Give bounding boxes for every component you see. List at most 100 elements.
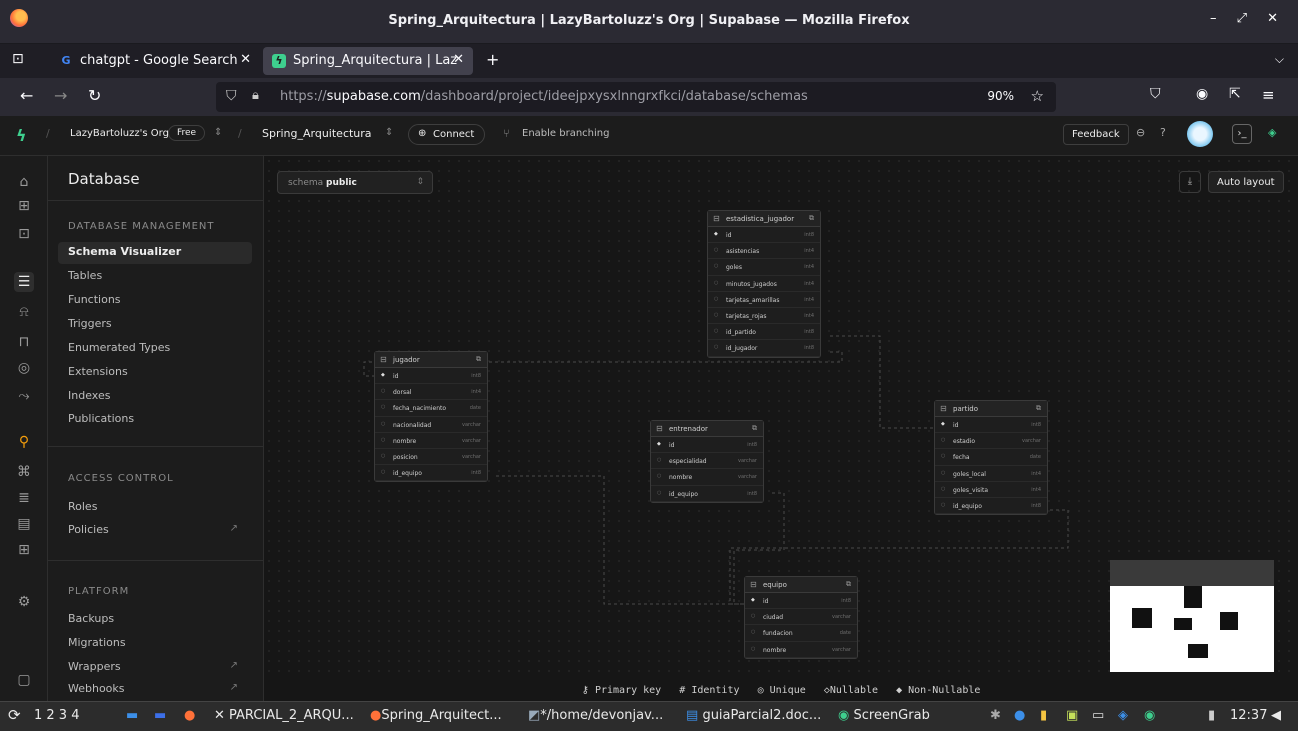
assistant-icon[interactable]: ◈ bbox=[1268, 126, 1276, 139]
sidebar-item-triggers[interactable]: Triggers bbox=[58, 314, 252, 336]
sidebar-item-functions[interactable]: Functions bbox=[58, 290, 252, 312]
realtime-icon[interactable]: ⤳ bbox=[14, 386, 34, 406]
edge-functions-icon[interactable]: ◎ bbox=[14, 358, 34, 378]
table-node-entrenador[interactable]: entrenador⧉idint8especialidadvarcharnomb… bbox=[650, 420, 764, 503]
org-switcher-icon[interactable]: ⇕ bbox=[214, 127, 222, 138]
storage-icon[interactable]: ⊓ bbox=[14, 332, 34, 352]
integrations-icon[interactable]: ⊞ bbox=[14, 540, 34, 560]
shield-icon[interactable]: ⛉ bbox=[226, 88, 237, 104]
settings-gear-icon[interactable]: ⚙ bbox=[14, 592, 34, 612]
table-node-partido[interactable]: partido ⧉ id int8 estadio varchar fecha date gol… bbox=[934, 400, 1048, 516]
plug-icon: ⊕ bbox=[418, 128, 427, 139]
notes-icon[interactable]: ▮ bbox=[1040, 708, 1047, 723]
sql-editor-icon[interactable]: ⊡ bbox=[14, 224, 34, 244]
advisors-icon[interactable]: ⚲ bbox=[14, 432, 34, 452]
api-docs-icon[interactable]: ▤ bbox=[14, 514, 34, 534]
database-icon[interactable]: ☰ bbox=[14, 272, 34, 292]
project-name[interactable]: Spring_Arquitectura bbox=[262, 127, 372, 140]
url-bar[interactable]: ⛉ 🔒︎ https://supabase.com/dashboard/proj… bbox=[216, 82, 1056, 112]
table-node-estadistica-jugador[interactable]: estadistica_jugador ⧉ id int8 asistencias int… bbox=[707, 210, 821, 358]
workspace-switcher[interactable]: 1 2 3 4 bbox=[34, 708, 79, 723]
os-taskbar: ⟳ 1 2 3 4 ▬ ▬ ● ✕ PARCIAL_2_ARQU... ●Spr… bbox=[0, 701, 1298, 731]
lock-icon[interactable]: 🔒︎ bbox=[252, 88, 259, 103]
open-table-icon[interactable]: ⧉ bbox=[846, 580, 851, 589]
clock: 12:37 bbox=[1230, 708, 1268, 723]
org-name[interactable]: LazyBartoluzz's Org bbox=[70, 128, 169, 139]
network-icon[interactable]: ◈ bbox=[1118, 708, 1128, 723]
feedback-button[interactable]: Feedback bbox=[1063, 124, 1129, 145]
schema-canvas[interactable]: schema public ⇕ ⤓ Auto layout estadistic… bbox=[264, 156, 1298, 701]
firefox-launcher-icon[interactable]: ● bbox=[184, 708, 195, 723]
logs-icon[interactable]: ≣ bbox=[14, 488, 34, 508]
menu-icon[interactable]: ≡ bbox=[1262, 86, 1275, 104]
supabase-logo-icon[interactable]: ϟ bbox=[16, 126, 27, 145]
sidebar-item-extensions[interactable]: Extensions bbox=[58, 362, 252, 384]
section-access-control: ACCESS CONTROL bbox=[68, 473, 174, 484]
auth-icon[interactable]: ⍾ bbox=[14, 302, 34, 322]
display-icon[interactable]: ▭ bbox=[1092, 708, 1104, 723]
close-icon[interactable]: ✕ bbox=[453, 52, 464, 67]
section-platform: PLATFORM bbox=[68, 586, 130, 597]
open-table-icon[interactable]: ⧉ bbox=[752, 424, 757, 433]
column-type: varchar bbox=[737, 474, 757, 481]
tray-app-icon[interactable]: ▣ bbox=[1066, 708, 1078, 723]
taskbar-item-document[interactable]: ▤ guiaParcial2.doc... bbox=[686, 708, 821, 723]
chevron-down-icon[interactable]: ⌵ bbox=[1275, 52, 1284, 67]
extensions-icon[interactable]: ⇱ bbox=[1229, 86, 1241, 102]
minimap[interactable] bbox=[1110, 560, 1274, 672]
sidebar-item-migrations[interactable]: Migrations bbox=[58, 633, 252, 655]
project-switcher-icon[interactable]: ⇕ bbox=[385, 127, 393, 138]
column-row: tarjetas_amarillas int4 bbox=[708, 292, 820, 308]
reload-icon[interactable]: ↻ bbox=[88, 86, 101, 105]
tab-chatgpt-search[interactable]: G chatgpt - Google Search ✕ bbox=[50, 47, 260, 75]
sidebar-item-indexes[interactable]: Indexes bbox=[58, 386, 252, 408]
zoom-level[interactable]: 90% bbox=[987, 89, 1014, 103]
window-controls[interactable]: – ⤢ ✕ bbox=[1210, 11, 1286, 26]
forward-icon[interactable]: → bbox=[54, 86, 67, 105]
bookmark-star-icon[interactable]: ☆ bbox=[1031, 87, 1044, 105]
app-menu-icon[interactable]: ⟳ bbox=[8, 706, 21, 724]
collapse-sidebar-icon[interactable]: ▢ bbox=[14, 670, 34, 690]
sidebar-item-backups[interactable]: Backups bbox=[58, 609, 252, 631]
volume-icon[interactable]: ◀ bbox=[1271, 708, 1281, 723]
table-node-jugador[interactable]: jugador ⧉ id int8 dorsal int4 fecha_nacimiento… bbox=[374, 351, 488, 483]
taskbar-item-firefox[interactable]: ●Spring_Arquitect... bbox=[370, 708, 502, 723]
terminal-icon[interactable]: ›_ bbox=[1232, 124, 1252, 144]
open-table-icon[interactable]: ⧉ bbox=[476, 355, 481, 364]
taskbar-item-parcial[interactable]: ✕ PARCIAL_2_ARQU... bbox=[214, 708, 354, 723]
column-row: id int8 bbox=[375, 368, 487, 385]
avatar[interactable] bbox=[1187, 121, 1213, 147]
sidebar-item-publications[interactable]: Publications bbox=[58, 409, 252, 431]
inbox-icon[interactable]: ⊖ bbox=[1136, 126, 1145, 139]
open-table-icon[interactable]: ⧉ bbox=[809, 214, 814, 223]
tray-icon[interactable]: ● bbox=[1014, 708, 1025, 723]
tab-supabase[interactable]: ϟ Spring_Arquitectura | Laz ✕ bbox=[263, 47, 473, 75]
taskbar-item-editor[interactable]: ◩*/home/devonjav... bbox=[528, 708, 663, 723]
sidebar-item-enumerated-types[interactable]: Enumerated Types bbox=[58, 338, 252, 360]
sidebar-item-roles[interactable]: Roles bbox=[58, 497, 252, 519]
reports-icon[interactable]: ⌘ bbox=[14, 462, 34, 482]
table-editor-icon[interactable]: ⊞ bbox=[14, 196, 34, 216]
enable-branching-button[interactable]: Enable branching bbox=[522, 128, 609, 139]
back-icon[interactable]: ← bbox=[20, 86, 33, 105]
bluetooth-icon[interactable]: ✱ bbox=[990, 708, 1001, 723]
sidebar-item-tables[interactable]: Tables bbox=[58, 266, 252, 288]
sidebar-item-wrappers[interactable]: Wrappers ↗ bbox=[58, 657, 252, 679]
open-table-icon[interactable]: ⧉ bbox=[1036, 404, 1041, 413]
tab-list-icon[interactable]: ⊡ bbox=[12, 51, 24, 67]
files-icon[interactable]: ▬ bbox=[126, 708, 138, 723]
pocket-icon[interactable]: ⛉ bbox=[1150, 86, 1161, 102]
new-tab-icon[interactable]: + bbox=[486, 50, 499, 69]
help-icon[interactable]: ? bbox=[1160, 126, 1166, 139]
sidebar-item-schema-visualizer[interactable]: Schema Visualizer bbox=[58, 242, 252, 264]
sidebar-item-webhooks[interactable]: Webhooks ↗ bbox=[58, 679, 252, 701]
sidebar-item-policies[interactable]: Policies ↗ bbox=[58, 520, 252, 542]
close-icon[interactable]: ✕ bbox=[240, 52, 251, 67]
account-icon[interactable]: ◉ bbox=[1196, 86, 1208, 102]
home-icon[interactable]: ⌂ bbox=[14, 172, 34, 192]
connect-button[interactable]: ⊕ Connect bbox=[408, 124, 486, 145]
desktop-icon[interactable]: ▬ bbox=[154, 708, 166, 723]
update-icon[interactable]: ◉ bbox=[1144, 708, 1155, 723]
taskbar-item-screengrab[interactable]: ◉ ScreenGrab bbox=[838, 708, 930, 723]
table-node-equipo[interactable]: equipo ⧉ id int8 ciudad varchar fundacion date n… bbox=[744, 576, 858, 659]
